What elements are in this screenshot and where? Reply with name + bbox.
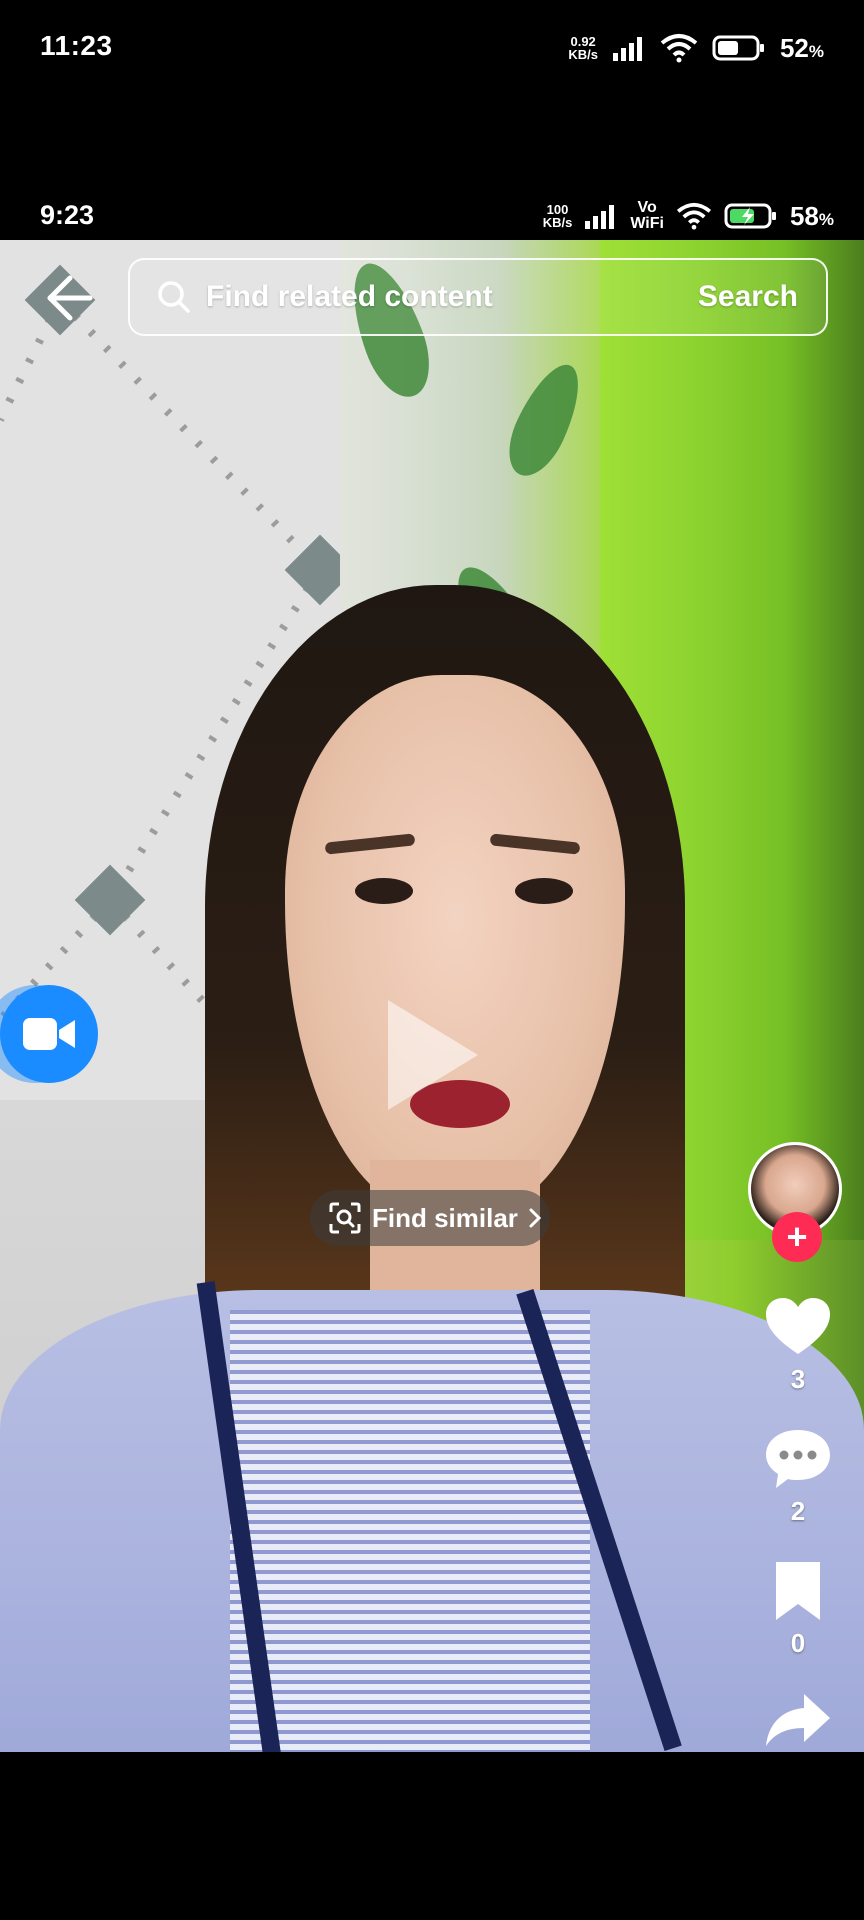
recorded-battery-charging-icon [724,203,776,229]
network-speed: 0.92 KB/s [568,34,598,62]
person-eye [355,878,413,904]
share-icon[interactable] [764,1692,832,1748]
recorded-network-speed: 100 KB/s [542,202,573,230]
recorded-wifi-icon [676,202,712,230]
video-call-button[interactable] [0,985,98,1083]
like-count: 3 [790,1364,806,1394]
status-bar: 11:23 0.92 KB/s 52% [0,0,864,96]
search-icon [158,281,190,313]
search-button[interactable]: Search [698,280,798,314]
person-face [285,675,625,1215]
bookmark-icon[interactable] [764,1560,832,1622]
follow-button[interactable]: + [772,1212,822,1262]
vowifi-indicator: Vo WiFi [630,199,664,232]
comment-icon[interactable] [764,1428,832,1490]
person-eye [515,878,573,904]
recorded-battery-level: 58% [789,200,834,231]
heart-icon[interactable] [764,1296,832,1358]
find-similar-button[interactable]: Find similar [310,1190,550,1246]
chevron-right-icon [529,1208,542,1228]
video-player[interactable] [0,240,864,1752]
wifi-icon [660,34,698,63]
recorded-status-time: 9:23 [40,200,95,230]
comment-count: 2 [790,1496,806,1526]
video-camera-icon [23,1018,75,1050]
shirt-stripes [230,1310,590,1752]
battery-level: 52% [779,32,824,63]
recorded-status-icons: 100 KB/s Vo WiFi 58% [543,196,834,236]
search-bar[interactable]: Find related content Search [128,258,828,336]
recorded-status-bar: 9:23 100 KB/s Vo WiFi 58% [0,190,864,240]
status-time: 11:23 [40,30,113,61]
scan-icon [329,1202,361,1234]
bookmark-count: 0 [790,1628,806,1658]
curtain-leaf [496,355,594,485]
signal-icon [612,37,642,61]
status-icons: 0.92 KB/s 52% [568,28,824,68]
back-arrow-icon[interactable] [40,270,96,326]
recorded-signal-icon [585,205,615,229]
search-input[interactable]: Find related content [206,280,698,314]
play-icon[interactable] [388,1000,478,1110]
find-similar-label: Find similar [372,1202,518,1233]
battery-icon [712,35,764,61]
